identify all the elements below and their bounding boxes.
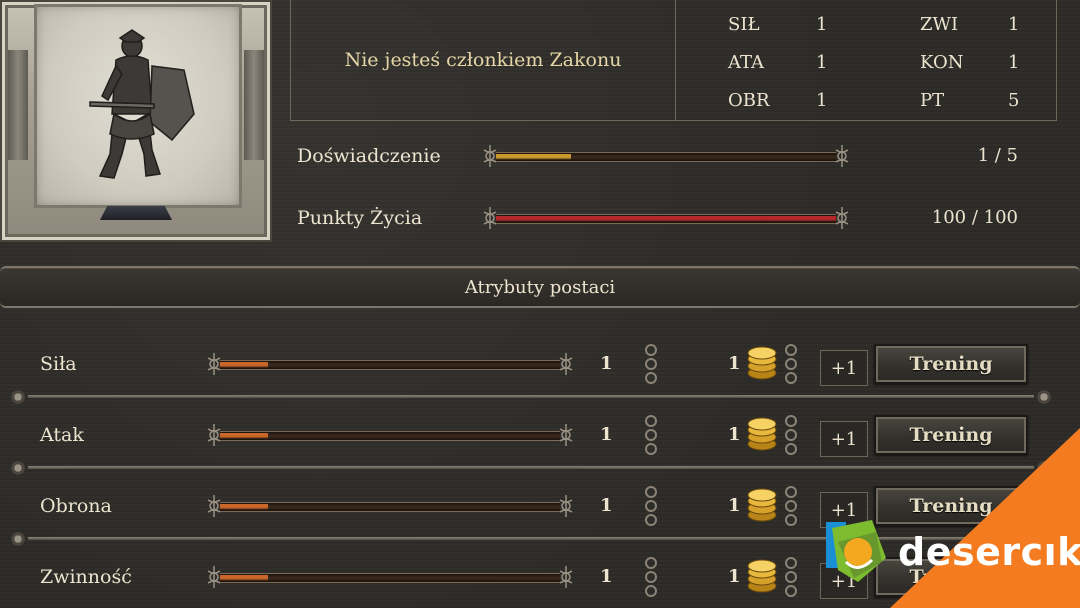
health-value: 100 / 100	[931, 207, 1018, 228]
attribute-row: Siła 1 1 +1 Trening	[0, 328, 1080, 398]
plus-one-label: +1	[830, 357, 858, 379]
stat-label: PT	[920, 90, 945, 111]
bar-end-ornament-icon	[207, 424, 221, 446]
experience-bar	[482, 145, 850, 167]
frame-side-right	[244, 50, 264, 160]
knight-with-shield-icon	[89, 29, 195, 179]
stat-value: 1	[1008, 52, 1020, 73]
health-bar	[482, 207, 850, 229]
gold-coins-icon	[747, 488, 777, 522]
bar-end-ornament-icon	[835, 145, 849, 167]
experience-label: Doświadczenie	[297, 145, 441, 167]
training-cost: 1	[728, 353, 741, 374]
attribute-value: 1	[600, 566, 613, 587]
gold-coins-icon	[747, 559, 777, 593]
attribute-label: Atak	[40, 424, 84, 446]
stat-value: 5	[1008, 90, 1020, 111]
stat-value: 1	[1008, 14, 1020, 35]
attributes-section-header: Atrybuty postaci	[0, 266, 1080, 308]
attribute-fill	[220, 362, 268, 368]
ornament-icon	[785, 557, 797, 597]
ornament-icon	[645, 557, 657, 597]
attribute-bar	[206, 495, 574, 517]
health-label: Punkty Życia	[297, 207, 423, 229]
frame-side-left	[8, 50, 28, 160]
stat-value: 1	[816, 90, 828, 111]
train-button[interactable]: Trening	[874, 344, 1028, 384]
bar-end-ornament-icon	[559, 566, 573, 588]
attribute-bar	[206, 424, 574, 446]
attribute-value: 1	[600, 353, 613, 374]
attribute-label: Obrona	[40, 495, 112, 517]
character-portrait	[34, 4, 242, 208]
bar-end-ornament-icon	[207, 353, 221, 375]
bar-end-ornament-icon	[559, 495, 573, 517]
stat-label: ATA	[728, 52, 765, 73]
section-title: Atrybuty postaci	[464, 276, 616, 298]
train-label: Trening	[909, 424, 993, 446]
experience-fill	[496, 154, 571, 160]
character-panel: Nie jesteś członkiem Zakonu SIŁ 1 ZWI 1 …	[0, 0, 1080, 608]
attribute-value: 1	[600, 495, 613, 516]
bar-end-ornament-icon	[559, 424, 573, 446]
stat-value: 1	[816, 14, 828, 35]
attribute-fill	[220, 504, 268, 510]
attribute-label: Siła	[40, 353, 77, 375]
train-label: Trening	[909, 353, 993, 375]
gold-coins-icon	[747, 346, 777, 380]
training-cost: 1	[728, 566, 741, 587]
bar-end-ornament-icon	[559, 353, 573, 375]
attribute-row: Atak 1 1 +1 Trening	[0, 399, 1080, 469]
stat-label: SIŁ	[728, 14, 760, 35]
bar-end-ornament-icon	[207, 566, 221, 588]
ornament-icon	[785, 415, 797, 455]
portrait-frame	[0, 0, 272, 242]
attribute-bar	[206, 566, 574, 588]
plus-one-button[interactable]: +1	[820, 350, 868, 386]
train-button[interactable]: Trening	[874, 415, 1028, 455]
stat-label: ZWI	[920, 14, 959, 35]
health-fill	[496, 216, 836, 222]
stat-label: OBR	[728, 90, 770, 111]
stat-value: 1	[816, 52, 828, 73]
ornament-icon	[645, 486, 657, 526]
attribute-value: 1	[600, 424, 613, 445]
attribute-fill	[220, 575, 268, 581]
plus-one-label: +1	[830, 428, 858, 450]
attribute-bar	[206, 353, 574, 375]
training-cost: 1	[728, 495, 741, 516]
ornament-icon	[785, 344, 797, 384]
bar-end-ornament-icon	[483, 207, 497, 229]
stats-grid: SIŁ 1 ZWI 1 ATA 1 KON 1 OBR 1 PT 5	[674, 0, 1057, 121]
order-status-box: Nie jesteś członkiem Zakonu	[290, 0, 676, 121]
bar-end-ornament-icon	[483, 145, 497, 167]
ornament-icon	[645, 344, 657, 384]
ornament-icon	[785, 486, 797, 526]
experience-value: 1 / 5	[977, 145, 1018, 166]
attribute-label: Zwinność	[40, 566, 132, 588]
brand-logo-icon	[826, 520, 886, 582]
bar-end-ornament-icon	[207, 495, 221, 517]
gold-coins-icon	[747, 417, 777, 451]
training-cost: 1	[728, 424, 741, 445]
stat-label: KON	[920, 52, 964, 73]
plus-one-button[interactable]: +1	[820, 421, 868, 457]
watermark-brand: desercık	[898, 530, 1080, 574]
ornament-icon	[645, 415, 657, 455]
bar-end-ornament-icon	[835, 207, 849, 229]
attribute-fill	[220, 433, 268, 439]
frame-gem	[100, 206, 172, 220]
train-label: Trening	[909, 495, 993, 517]
order-status-text: Nie jesteś członkiem Zakonu	[344, 49, 622, 71]
